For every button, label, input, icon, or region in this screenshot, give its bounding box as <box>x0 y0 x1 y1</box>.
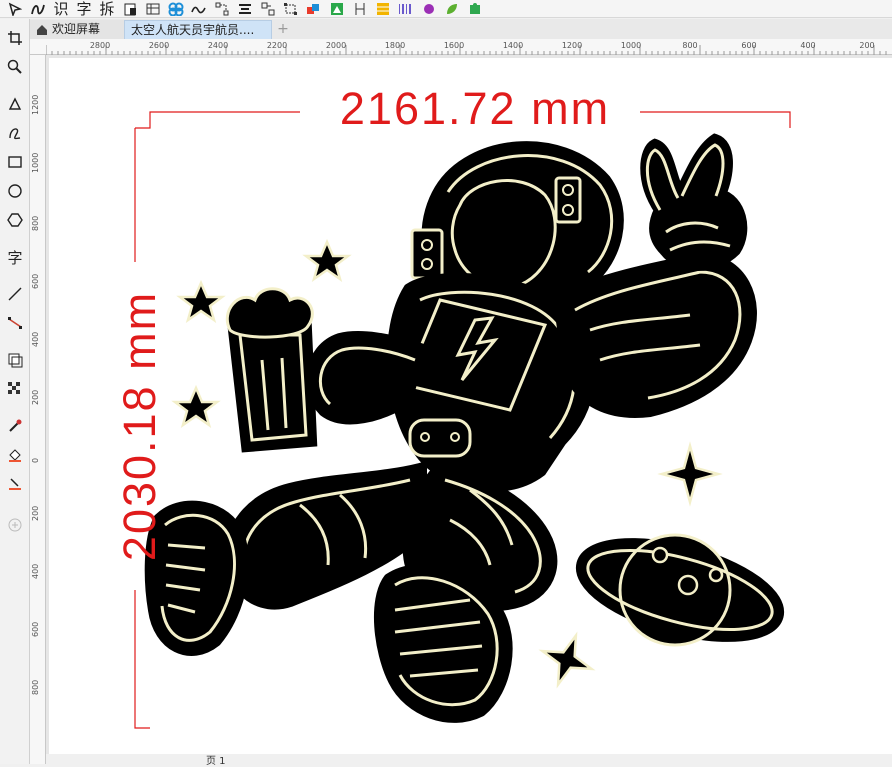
ruler-h-label: 2000 <box>325 41 347 50</box>
shape-fill-icon[interactable] <box>328 1 346 17</box>
ruler-h-label: 2200 <box>266 41 288 50</box>
ruler-h-label: 1800 <box>384 41 406 50</box>
smart-fill-icon[interactable] <box>4 93 26 115</box>
document-page[interactable] <box>49 58 892 758</box>
page-tab-label[interactable]: 页 1 <box>206 752 226 767</box>
text-tool-button[interactable]: 字 <box>75 1 93 17</box>
text-recognize-button[interactable]: 识 <box>52 1 70 17</box>
document-tab-bar: 欢迎屏幕 太空人航天员宇航员.... + <box>30 19 892 39</box>
crop-icon[interactable] <box>4 27 26 49</box>
drop-shadow-icon[interactable] <box>4 349 26 371</box>
barcode-icon[interactable] <box>397 1 415 17</box>
home-icon <box>37 24 47 35</box>
top-toolbar: 识 字 拆 <box>0 0 892 18</box>
curve-tool-icon[interactable] <box>4 122 26 144</box>
width-dimension-label[interactable]: 2161.72 mm <box>310 81 640 137</box>
left-toolbox: 字 <box>0 19 30 764</box>
add-tool-icon[interactable] <box>4 514 26 536</box>
rectangle-tool-icon[interactable] <box>4 151 26 173</box>
ruler-v-label: 600 <box>31 273 40 289</box>
align-icon[interactable] <box>236 1 254 17</box>
transform-icon[interactable] <box>282 1 300 17</box>
ruler-h-label: 1200 <box>561 41 583 50</box>
ruler-h-label: 1600 <box>443 41 465 50</box>
node-icon[interactable] <box>213 1 231 17</box>
transparency-icon[interactable] <box>4 378 26 400</box>
parallel-dimension-icon[interactable] <box>4 283 26 305</box>
grid-icon[interactable] <box>374 1 392 17</box>
ruler-h-label: 400 <box>800 41 816 50</box>
ruler-v-label: 400 <box>31 331 40 347</box>
ruler-h-label: 800 <box>682 41 698 50</box>
height-dimension[interactable]: 2030.18 mm <box>110 270 170 582</box>
smooth-icon[interactable] <box>190 1 208 17</box>
ruler-v-label: 800 <box>31 215 40 231</box>
tab-document[interactable]: 太空人航天员宇航员.... <box>124 20 272 39</box>
group-icon[interactable] <box>259 1 277 17</box>
split-text-button[interactable]: 拆 <box>98 1 116 17</box>
freehand-icon[interactable] <box>29 1 47 17</box>
polygon-tool-icon[interactable] <box>4 209 26 231</box>
ruler-v-label: 400 <box>31 563 40 579</box>
pick-tool-icon[interactable] <box>6 1 24 17</box>
interactive-fill-icon[interactable] <box>4 444 26 466</box>
color-layers-icon[interactable] <box>305 1 323 17</box>
ruler-v-label: 800 <box>31 679 40 695</box>
dimension-tool-icon[interactable] <box>351 1 369 17</box>
page-status-bar: 页 1 <box>46 752 892 767</box>
puzzle-icon[interactable] <box>466 1 484 17</box>
add-tab-button[interactable]: + <box>272 20 294 39</box>
clipboard-icon[interactable] <box>121 1 139 17</box>
pattern-icon[interactable] <box>167 1 185 17</box>
ruler-h-label: 2600 <box>148 41 170 50</box>
ruler-v-label: 1200 <box>31 94 40 115</box>
vertical-ruler[interactable]: 1200 1000 800 600 400 200 0 200 400 600 … <box>30 55 46 764</box>
ruler-v-label: 0 <box>31 457 40 463</box>
zoom-icon[interactable] <box>4 56 26 78</box>
ruler-h-label: 200 <box>859 41 875 50</box>
smart-fill-bucket-icon[interactable] <box>4 473 26 495</box>
tab-document-label: 太空人航天员宇航员.... <box>131 22 255 37</box>
plugin-icon[interactable] <box>420 1 438 17</box>
leaf-icon[interactable] <box>443 1 461 17</box>
ruler-v-label: 600 <box>31 621 40 637</box>
drawing-canvas[interactable] <box>46 55 892 764</box>
tab-welcome-screen[interactable]: 欢迎屏幕 <box>30 20 124 39</box>
horizontal-ruler[interactable]: 2800 2600 2400 2200 2000 1800 1600 1400 … <box>30 39 892 55</box>
ruler-h-label: 2800 <box>89 41 111 50</box>
text-tool-icon[interactable]: 字 <box>4 246 26 268</box>
ruler-h-label: 2400 <box>207 41 229 50</box>
ruler-h-label: 600 <box>741 41 757 50</box>
connector-tool-icon[interactable] <box>4 312 26 334</box>
ruler-v-label: 200 <box>31 389 40 405</box>
ellipse-tool-icon[interactable] <box>4 180 26 202</box>
height-dimension-label: 2030.18 mm <box>114 290 165 562</box>
ruler-h-label: 1000 <box>620 41 642 50</box>
ruler-h-label: 1400 <box>502 41 524 50</box>
table-icon[interactable] <box>144 1 162 17</box>
tab-welcome-label: 欢迎屏幕 <box>52 22 101 36</box>
ruler-v-label: 200 <box>31 505 40 521</box>
eyedropper-icon[interactable] <box>4 415 26 437</box>
ruler-v-label: 1000 <box>31 152 40 173</box>
